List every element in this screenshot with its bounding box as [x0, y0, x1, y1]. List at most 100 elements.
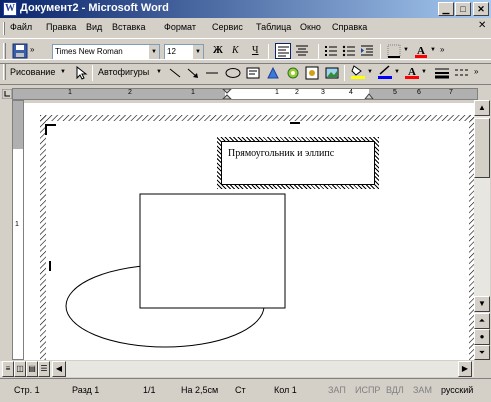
font-size-value: 12: [167, 47, 176, 56]
scroll-down-button[interactable]: ▼: [474, 296, 490, 312]
ruler-tick-label: 1: [68, 89, 72, 96]
font-color-icon[interactable]: A: [413, 43, 429, 59]
ruler-tick-label: 2: [295, 89, 299, 96]
rectangle-tool-icon[interactable]: [205, 66, 219, 80]
window-title: Документ2 - Microsoft Word: [20, 2, 169, 14]
toolbar-grip[interactable]: [3, 64, 6, 80]
more-buttons-icon[interactable]: »: [474, 67, 478, 76]
status-extend[interactable]: ВДЛ: [386, 385, 404, 395]
clipart-icon[interactable]: [305, 66, 319, 80]
toolbar-separator: [268, 44, 269, 60]
document-page[interactable]: Прямоугольник и эллипс: [24, 103, 475, 360]
text-box-frame[interactable]: Прямоугольник и эллипс: [217, 137, 379, 189]
indent-marker-icon[interactable]: [222, 89, 232, 99]
title-bar: W Документ2 - Microsoft Word ▁ □ ✕: [0, 0, 491, 18]
scroll-thumb[interactable]: [474, 118, 490, 178]
menu-edit[interactable]: Правка: [46, 22, 76, 32]
horizontal-scrollbar[interactable]: ≡ ◫ ▤ ☰ ◀ ▶: [0, 361, 474, 377]
print-layout-button[interactable]: ▤: [26, 361, 38, 377]
italic-button[interactable]: К: [232, 45, 239, 56]
close-button[interactable]: ✕: [473, 2, 489, 16]
normal-view-button[interactable]: ≡: [2, 361, 14, 377]
save-icon[interactable]: [12, 43, 28, 59]
vertical-scrollbar[interactable]: ▲ ▼ ⏶ ● ⏷: [474, 100, 490, 360]
align-left-icon[interactable]: [275, 43, 291, 59]
diagram-icon[interactable]: [286, 66, 300, 80]
outline-view-button[interactable]: ☰: [38, 361, 50, 377]
dash-style-icon[interactable]: [454, 66, 470, 80]
status-overwrite[interactable]: ЗАМ: [413, 385, 432, 395]
line-tool-icon[interactable]: [168, 66, 182, 80]
status-bar: Стр. 1 Разд 1 1/1 На 2,5см Ст Кол 1 ЗАП …: [0, 378, 491, 402]
chevron-down-icon[interactable]: ▼: [430, 47, 436, 53]
scroll-right-button[interactable]: ▶: [458, 361, 472, 377]
previous-page-button[interactable]: ⏶: [474, 313, 490, 329]
ruler-tick-label: 4: [349, 89, 353, 96]
scroll-up-button[interactable]: ▲: [474, 100, 490, 116]
doc-close-icon[interactable]: ✕: [478, 20, 486, 31]
toolbar-separator: [318, 44, 319, 60]
font-family-select[interactable]: Times New Roman ▼: [52, 44, 160, 60]
menu-table[interactable]: Таблица: [256, 22, 291, 32]
menu-tools[interactable]: Сервис: [212, 22, 243, 32]
underline-button[interactable]: Ч: [252, 45, 259, 56]
numbered-list-icon[interactable]: [323, 43, 339, 59]
align-center-icon[interactable]: [294, 43, 310, 59]
autoshapes-menu-button[interactable]: Автофигуры: [98, 67, 149, 77]
ruler-tick-label: 1: [275, 89, 279, 96]
word-app-icon[interactable]: W: [3, 2, 17, 16]
menu-file[interactable]: Файл: [10, 22, 32, 32]
indent-icon[interactable]: [359, 43, 375, 59]
text-box[interactable]: Прямоугольник и эллипс: [221, 141, 375, 185]
more-buttons-icon[interactable]: »: [30, 45, 34, 54]
chevron-down-icon[interactable]: ▼: [193, 45, 203, 59]
textbox-tool-icon[interactable]: [246, 66, 260, 80]
menu-view[interactable]: Вид: [86, 22, 102, 32]
font-color-icon[interactable]: A: [404, 64, 420, 80]
fill-color-icon[interactable]: [350, 64, 366, 80]
line-color-icon[interactable]: [377, 64, 393, 80]
more-buttons-icon[interactable]: »: [440, 45, 444, 54]
web-view-button[interactable]: ◫: [14, 361, 26, 377]
status-line: Ст: [235, 385, 246, 395]
oval-tool-icon[interactable]: [225, 66, 241, 80]
chevron-down-icon[interactable]: ▼: [149, 45, 159, 59]
toolbar-grip[interactable]: [3, 43, 6, 59]
ruler-tick-label: 5: [393, 89, 397, 96]
chevron-down-icon[interactable]: ▼: [421, 69, 427, 75]
chevron-down-icon[interactable]: ▼: [403, 47, 409, 53]
browse-object-button[interactable]: ●: [474, 329, 490, 345]
status-record[interactable]: ЗАП: [328, 385, 346, 395]
menu-window[interactable]: Окно: [300, 22, 321, 32]
horizontal-ruler[interactable]: 1 2 1 1 2 3 4 5 6 7: [12, 88, 478, 100]
wordart-icon[interactable]: [266, 66, 280, 80]
menu-format[interactable]: Формат: [164, 22, 196, 32]
font-size-select[interactable]: 12 ▼: [164, 44, 204, 60]
bold-button[interactable]: Ж: [213, 45, 223, 56]
chevron-down-icon[interactable]: ▼: [60, 69, 66, 75]
status-track[interactable]: ИСПР: [355, 385, 380, 395]
picture-icon[interactable]: [325, 66, 339, 80]
borders-icon[interactable]: [386, 43, 402, 59]
draw-menu-button[interactable]: Рисование: [10, 67, 55, 77]
line-style-icon[interactable]: [434, 66, 450, 80]
vertical-ruler[interactable]: 1: [12, 100, 24, 360]
chevron-down-icon[interactable]: ▼: [394, 69, 400, 75]
arrow-tool-icon[interactable]: [186, 66, 200, 80]
bulleted-list-icon[interactable]: [341, 43, 357, 59]
maximize-button[interactable]: □: [455, 2, 471, 16]
menu-grip[interactable]: [3, 22, 5, 35]
menu-insert[interactable]: Вставка: [112, 22, 145, 32]
tab-selector-icon[interactable]: [2, 89, 12, 99]
chevron-down-icon[interactable]: ▼: [156, 69, 162, 75]
chevron-down-icon[interactable]: ▼: [367, 69, 373, 75]
menu-help[interactable]: Справка: [332, 22, 367, 32]
next-page-button[interactable]: ⏷: [474, 345, 490, 360]
right-indent-marker-icon[interactable]: [364, 91, 374, 99]
scroll-left-button[interactable]: ◀: [52, 361, 66, 377]
minimize-button[interactable]: ▁: [438, 2, 454, 16]
status-section: Разд 1: [72, 385, 100, 395]
select-objects-icon[interactable]: [74, 66, 88, 80]
toolbar-separator: [92, 65, 93, 81]
text-box-content[interactable]: Прямоугольник и эллипс: [228, 148, 334, 159]
